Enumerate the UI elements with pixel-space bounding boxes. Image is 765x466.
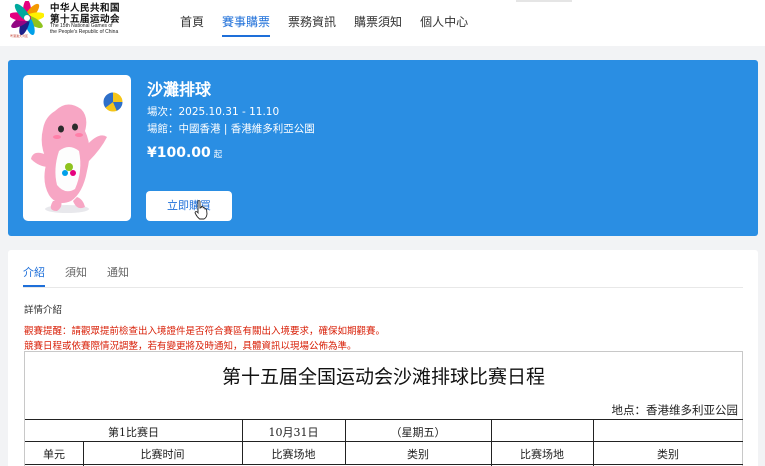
- mascot-dolphin-image: [31, 104, 107, 213]
- event-date-range: 場次：2025.10.31 - 11.10: [147, 106, 280, 118]
- details-heading: 詳情介紹: [24, 305, 63, 316]
- match-weekday-cell: （星期五）: [390, 426, 446, 439]
- header-venue-2: 比赛场地: [520, 448, 564, 461]
- header-match-time: 比赛时间: [140, 448, 185, 461]
- header-category-2: 类别: [657, 448, 679, 461]
- nav-item-home[interactable]: 首頁: [180, 0, 204, 46]
- hand-cursor-icon: [194, 200, 208, 220]
- games-logo[interactable]: 粤港澳大湾区 中华人民共和国 第十五届运动会 The 15th National…: [8, 0, 138, 42]
- event-venue: 場館：中國香港 | 香港維多利亞公園: [147, 123, 315, 135]
- header-venue-1: 比赛场地: [271, 448, 316, 461]
- schedule-title: 第十五届全国运动会沙滩排球比赛日程: [221, 366, 545, 388]
- event-poster: [23, 75, 131, 221]
- event-price: ¥100.00 起: [147, 142, 222, 161]
- header-control-edge: [516, 0, 572, 2]
- nav-item-purchase-notes[interactable]: 購票須知: [354, 0, 402, 46]
- tab-notifications[interactable]: 通知: [107, 264, 129, 288]
- buy-now-button[interactable]: 立即購買: [146, 191, 232, 221]
- logo-subtitle: 粤港澳大湾区: [10, 34, 29, 38]
- event-title: 沙灘排球: [147, 80, 212, 99]
- header-category-1: 类别: [407, 448, 429, 461]
- logo-title-en-line2: the People's Republic of China: [50, 29, 119, 35]
- details-panel: 介紹 須知 通知 詳情介紹 觀賽提醒：請觀眾提前檢查出入境證件是否符合賽區有關出…: [8, 250, 758, 466]
- tab-divider: [23, 287, 743, 288]
- table-rule: [25, 441, 743, 442]
- tab-introduction[interactable]: 介紹: [23, 264, 45, 288]
- event-banner: 沙灘排球 場次：2025.10.31 - 11.10 場館：中國香港 | 香港維…: [8, 60, 758, 236]
- main-nav: 首頁 賽事購票 票務資訊 購票須知 個人中心: [180, 0, 486, 46]
- schedule-image: 第十五届全国运动会沙滩排球比赛日程 地点：香港维多利亚公园 第1比赛日 10月3…: [24, 351, 743, 466]
- logo-flower-icon: [10, 1, 44, 35]
- nav-item-ticket-info[interactable]: 票務資訊: [288, 0, 336, 46]
- price-suffix: 起: [213, 150, 223, 160]
- top-header: 粤港澳大湾区 中华人民共和国 第十五届运动会 The 15th National…: [0, 0, 765, 46]
- header-unit: 单元: [43, 448, 65, 461]
- schedule-venue: 地点：香港维多利亚公园: [611, 403, 739, 417]
- nav-item-event-tickets[interactable]: 賽事購票: [222, 0, 271, 46]
- match-day-cell: 第1比赛日: [108, 426, 159, 439]
- schedule-change-notice: 競賽日程或依賽際情況調整，若有變更將及時通知，具體資訊以現場公佈為準。: [24, 341, 357, 352]
- schedule-table: 第1比赛日 10月31日 （星期五） 单元 比赛时间 比赛场地 类别 比赛场地 …: [25, 419, 743, 466]
- tab-notes[interactable]: 須知: [65, 264, 87, 288]
- detail-tabs: 介紹 須知 通知: [23, 264, 149, 288]
- price-value: ¥100.00: [147, 145, 211, 161]
- nav-item-user-center[interactable]: 個人中心: [420, 0, 468, 46]
- entry-document-notice: 觀賽提醒：請觀眾提前檢查出入境證件是否符合賽區有關出入境要求，確保如期觀賽。: [24, 326, 386, 337]
- match-date-cell: 10月31日: [268, 426, 319, 439]
- table-rule: [25, 464, 743, 465]
